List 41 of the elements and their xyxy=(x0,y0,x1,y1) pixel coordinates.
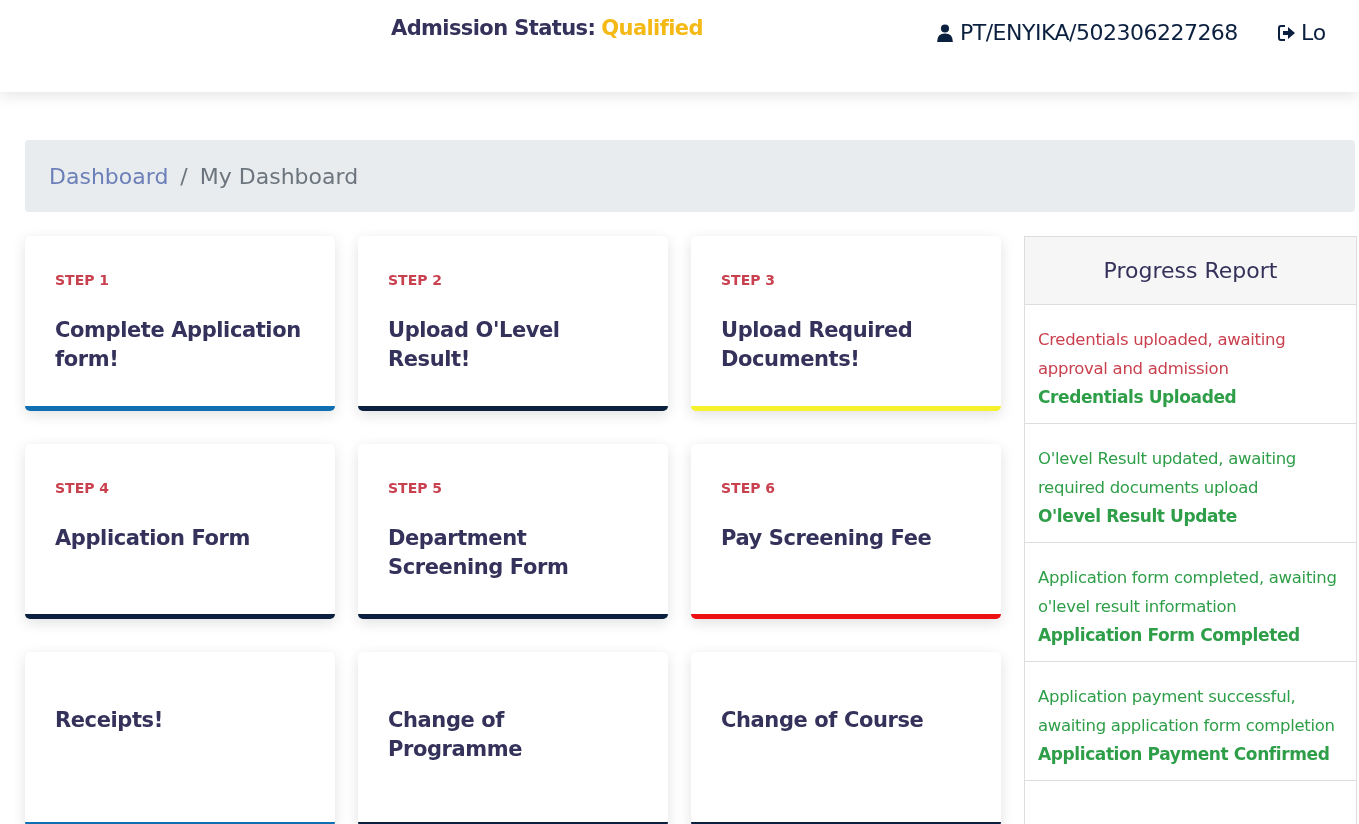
step-label: STEP 5 xyxy=(388,480,444,496)
logout-link[interactable]: Lo xyxy=(1277,20,1327,45)
progress-status: Application Payment Confirmed xyxy=(1038,743,1331,766)
step-card[interactable]: STEP 2 Upload O'Level Result! xyxy=(358,236,668,411)
progress-message: Credentials uploaded, awaiting approval and admission xyxy=(1038,329,1287,380)
progress-status: Application Form Completed xyxy=(1038,624,1301,647)
step-card[interactable]: STEP 1 Complete Application form! xyxy=(25,236,335,411)
step-card[interactable]: STEP 4 Application Form xyxy=(25,444,335,619)
step-label: STEP 3 xyxy=(721,272,777,288)
card-title: Upload Required Documents! xyxy=(721,317,914,373)
logout-icon xyxy=(1277,24,1296,41)
progress-message: O'level Result updated, awaiting required documents upload xyxy=(1038,448,1298,499)
card-title: Application Form xyxy=(55,525,252,552)
card-title: Upload O'Level Result! xyxy=(388,317,561,373)
step-label: STEP 6 xyxy=(721,480,777,496)
card-title: Complete Application form! xyxy=(55,317,302,373)
breadcrumb-link[interactable]: My Dashboard xyxy=(199,163,359,189)
admission-status-label: Admission Status: xyxy=(391,16,596,40)
admission-status-value: Qualified xyxy=(601,16,703,40)
step-label: STEP 1 xyxy=(55,272,111,288)
step-label: STEP 2 xyxy=(388,272,444,288)
card-title: Receipts! xyxy=(55,707,164,734)
step-card[interactable]: STEP 5 Department Screening Form xyxy=(358,444,668,619)
card-title: Change of Programme xyxy=(388,707,524,763)
card-title: Change of Course xyxy=(721,707,925,734)
user-icon xyxy=(937,23,953,42)
progress-status: Credentials Uploaded xyxy=(1038,386,1238,409)
progress-message: Application form completed, awaiting o'level result information xyxy=(1038,567,1338,618)
card-title: Pay Screening Fee xyxy=(721,525,933,552)
step-card[interactable]: Change of Programme xyxy=(358,652,668,824)
step-label: STEP 4 xyxy=(55,480,111,496)
breadcrumb-separator: / xyxy=(180,163,188,189)
card-title: Department Screening Form xyxy=(388,525,570,581)
user-id: PT/ENYIKA/502306227268 xyxy=(960,20,1238,45)
step-card[interactable]: Receipts! xyxy=(25,652,335,824)
progress-message: Application payment successful, awaiting application form completion xyxy=(1038,686,1336,737)
step-card[interactable]: Change of Course xyxy=(691,652,1001,824)
progress-status: O'level Result Update xyxy=(1038,505,1238,528)
step-card[interactable]: STEP 6 Pay Screening Fee xyxy=(691,444,1001,619)
progress-report-title: Progress Report xyxy=(1025,237,1356,305)
step-card[interactable]: STEP 3 Upload Required Documents! xyxy=(691,236,1001,411)
